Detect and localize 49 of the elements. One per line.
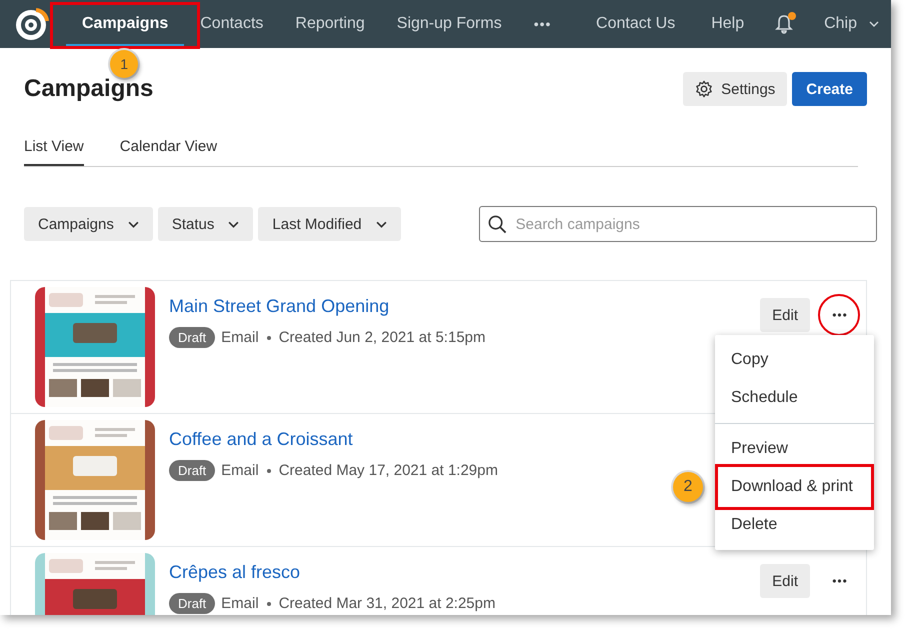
nav-link[interactable]: Help [693,0,762,48]
campaign-type: Email [221,595,259,612]
menu-item[interactable]: Schedule [715,379,874,417]
menu-item[interactable]: Copy [715,341,874,379]
chevron-down-icon [128,220,139,228]
more-actions-button[interactable]: ••• [824,564,856,598]
separator-dot [266,602,271,606]
separator-dot [266,336,271,340]
chevron-down-icon [376,220,387,228]
user-menu[interactable]: Chip [806,0,891,48]
status-badge: Draft [169,460,216,481]
callout-badge: 2 [673,472,703,502]
callout-badge: 1 [110,50,138,78]
menu-item[interactable]: Preview [715,430,874,468]
campaign-title[interactable]: Crêpes al fresco [169,562,760,583]
nav-tab[interactable]: Reporting [279,0,381,48]
chevron-down-icon [228,220,240,228]
nav-link[interactable]: Contact Us [578,0,694,48]
edit-button[interactable]: Edit [760,298,810,332]
filter-dropdown[interactable]: Status [158,207,254,241]
chevron-down-icon [869,21,879,27]
page-title: Campaigns [24,77,154,101]
search-icon [488,215,507,234]
status-badge: Draft [169,593,216,614]
filter-dropdown[interactable]: Campaigns [24,207,153,241]
created-date: Created Jun 2, 2021 at 5:15pm [278,329,486,346]
more-button[interactable]: ••• [518,0,568,48]
campaign-type: Email [221,329,259,346]
nav-tab[interactable]: Sign-up Forms [380,0,518,48]
nav-tab[interactable]: Contacts [184,0,280,48]
campaign-type: Email [221,462,259,479]
view-tab[interactable]: List View [24,128,84,166]
created-date: Created May 17, 2021 at 1:29pm [278,462,498,479]
filter-dropdown[interactable]: Last Modified [258,207,401,241]
search-field[interactable]: Search campaigns [478,206,877,242]
menu-item[interactable]: Delete [715,506,874,544]
edit-button[interactable]: Edit [760,564,810,598]
settings-icon [695,80,714,98]
separator-dot [266,468,271,472]
view-tab[interactable]: Calendar View [120,128,218,166]
bell-icon[interactable] [774,13,794,35]
status-badge: Draft [169,327,216,348]
menu-item[interactable]: Download & print [715,468,874,506]
settings-button[interactable]: Settings [683,72,788,106]
created-date: Created Mar 31, 2021 at 2:25pm [278,595,496,612]
create-button[interactable]: Create [792,72,867,106]
campaign-title[interactable]: Main Street Grand Opening [169,296,760,317]
more-actions-button[interactable]: ••• [824,298,856,332]
logo-icon[interactable] [14,6,50,42]
